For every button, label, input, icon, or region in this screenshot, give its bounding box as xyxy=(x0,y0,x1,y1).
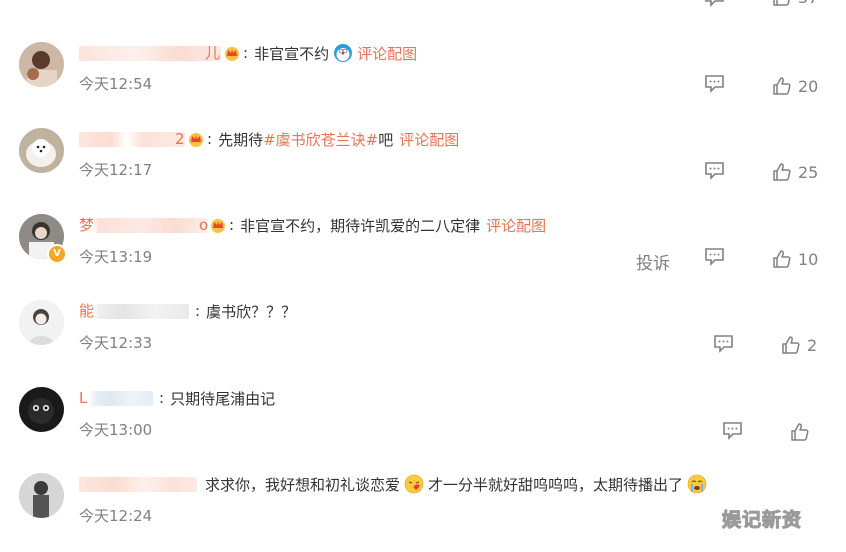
comment-icon xyxy=(705,0,724,7)
comment-text: 先期待 xyxy=(218,130,264,149)
comment-text: 非官宣不约 xyxy=(254,44,330,63)
username[interactable]: 2 xyxy=(79,131,185,147)
crown-badge-icon xyxy=(189,133,203,147)
comment-button[interactable] xyxy=(722,421,743,440)
crying-emoji-icon xyxy=(687,474,707,494)
like-icon xyxy=(773,0,790,6)
comment-time: 今天12:24 xyxy=(79,507,153,525)
comment-image-link[interactable]: 评论配图 xyxy=(486,215,546,236)
comment-text: 求求你，我好想和初礼谈恋爱 xyxy=(205,475,401,494)
like-count: 25 xyxy=(798,162,819,182)
comment-icon xyxy=(705,162,724,180)
comment-text: 只期待尾浦由记 xyxy=(170,389,276,408)
report-button[interactable]: 投诉 xyxy=(636,249,670,274)
like-button[interactable]: 10 xyxy=(772,249,818,269)
comment-icon xyxy=(705,75,724,93)
like-icon xyxy=(773,250,791,268)
avatar[interactable] xyxy=(19,387,64,432)
doraemon-emoji-icon xyxy=(334,44,353,62)
like-icon xyxy=(791,423,809,441)
like-count: 10 xyxy=(798,249,819,269)
avatar[interactable] xyxy=(19,473,64,518)
comment-text-tail: 才一分半就好甜呜呜呜，太期待播出了 xyxy=(428,475,684,494)
like-icon xyxy=(782,336,800,354)
comment-time: 今天12:33 xyxy=(79,334,153,352)
avatar[interactable] xyxy=(19,128,64,173)
comment-button[interactable] xyxy=(704,161,725,180)
like-button[interactable]: 37 xyxy=(772,0,818,7)
like-count: 20 xyxy=(798,76,819,96)
username[interactable]: 能 xyxy=(79,303,189,319)
username[interactable]: L xyxy=(79,390,153,406)
like-button[interactable]: 25 xyxy=(772,162,818,182)
verified-badge-icon: V xyxy=(47,244,67,264)
like-button[interactable] xyxy=(790,422,816,442)
comment-text: 非官宣不约，期待许凯爱的二八定律 xyxy=(240,216,481,235)
comment-time: 今天13:19 xyxy=(79,248,153,266)
crown-badge-icon xyxy=(211,219,225,233)
like-icon xyxy=(773,77,791,95)
comment-icon xyxy=(714,335,733,353)
comment-time: 今天12:17 xyxy=(79,161,153,179)
like-button[interactable]: 2 xyxy=(781,335,817,355)
avatar[interactable] xyxy=(19,42,64,87)
watermark: 娱记新资 xyxy=(721,509,803,532)
comment-button[interactable] xyxy=(704,247,725,266)
comment-button[interactable] xyxy=(704,0,725,7)
kiss-emoji-icon xyxy=(404,474,424,494)
comment-icon xyxy=(705,248,724,266)
comment-button[interactable] xyxy=(713,334,734,353)
crown-badge-icon xyxy=(225,47,239,61)
comment-image-link[interactable]: 评论配图 xyxy=(399,129,459,150)
comment-button[interactable] xyxy=(704,74,725,93)
like-button[interactable]: 20 xyxy=(772,76,818,96)
comment-time: 今天12:54 xyxy=(79,75,153,93)
username[interactable] xyxy=(79,476,197,492)
comment-text: 虞书欣？？？ xyxy=(206,302,297,321)
like-count: 37 xyxy=(798,0,818,7)
hashtag-link[interactable]: #虞书欣苍兰诀# xyxy=(263,129,378,150)
comment-text-tail: 吧 xyxy=(378,130,394,149)
comment-time: 今天13:00 xyxy=(79,421,153,439)
username[interactable]: 儿 xyxy=(79,45,221,61)
comment-image-link[interactable]: 评论配图 xyxy=(357,43,417,64)
avatar[interactable] xyxy=(19,300,64,345)
comment-icon xyxy=(723,422,742,440)
like-count: 2 xyxy=(807,335,818,355)
username[interactable]: 梦 o xyxy=(79,217,208,233)
like-icon xyxy=(773,163,791,181)
